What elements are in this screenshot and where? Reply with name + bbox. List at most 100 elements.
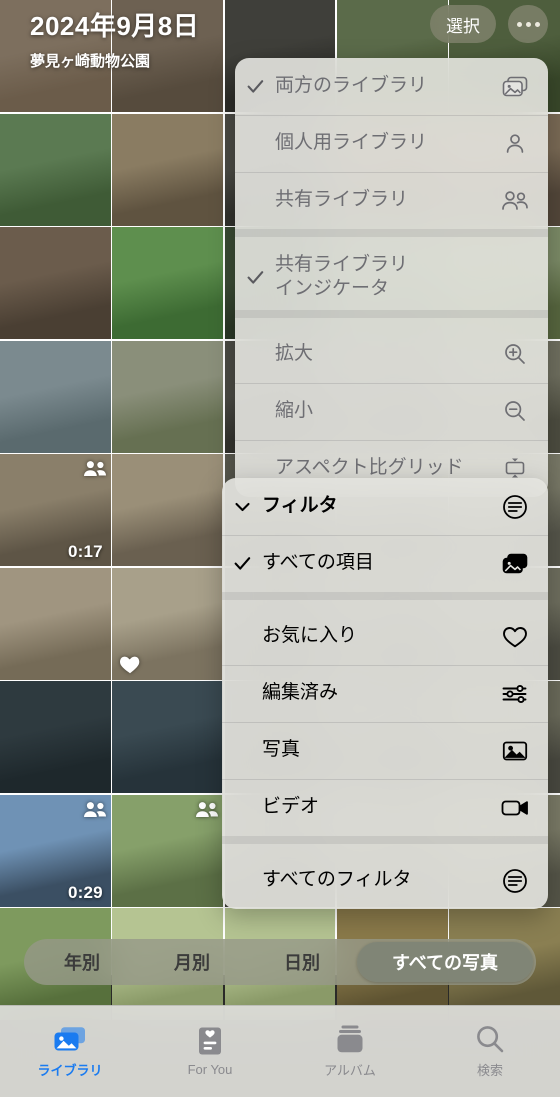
thumbnail-image: [0, 227, 111, 339]
menu-item-label: すべてのフィルタ: [262, 869, 412, 891]
tab-library[interactable]: ライブラリ: [0, 1006, 140, 1097]
menu-item-label: ビデオ: [262, 796, 320, 818]
zoom-out-icon: [498, 399, 532, 423]
sliders-icon: [498, 683, 532, 705]
thumbnail-image: [0, 0, 111, 112]
photo-thumbnail[interactable]: [112, 113, 224, 226]
thumbnail-image: [0, 681, 111, 793]
tab-search[interactable]: 検索: [420, 1006, 560, 1097]
thumbnail-image: [112, 227, 224, 339]
menu-item-label: 編集済み: [262, 682, 339, 704]
menu-item-label: 写真: [262, 739, 301, 761]
favorite-badge-icon: [120, 656, 140, 673]
menu-item[interactable]: 共有ライブラリ: [235, 172, 548, 229]
tab-label: アルバム: [324, 1063, 376, 1078]
filter-icon: [498, 868, 532, 894]
for-you-icon: [196, 1026, 224, 1056]
thumbnail-image: [0, 567, 111, 680]
photo-icon: [498, 740, 532, 762]
thumbnail-image: [0, 340, 111, 453]
timeline-segmented-control[interactable]: 年別 月別 日別 すべての写真: [24, 939, 536, 985]
menu-group-separator: [235, 229, 548, 237]
photo-thumbnail[interactable]: [0, 0, 111, 112]
shared-library-badge-icon: [83, 460, 106, 476]
chevron-down-icon: [222, 502, 262, 512]
tab-for-you[interactable]: For You: [140, 1006, 280, 1097]
shared-library-badge-icon: [195, 801, 219, 817]
library-icon: [53, 1024, 87, 1054]
thumbnail-image: [112, 340, 224, 453]
checkmark-icon: [222, 556, 262, 571]
menu-item-label: 個人用ライブラリ: [275, 132, 428, 154]
photo-thumbnail[interactable]: 0:29: [0, 794, 111, 907]
thumbnail-image: [112, 113, 224, 226]
menu-item[interactable]: すべての項目: [222, 535, 548, 592]
segment-option-1[interactable]: 月別: [137, 942, 247, 982]
photo-thumbnail[interactable]: [112, 794, 224, 907]
menu-item-label: アスペクト比グリッド: [275, 456, 464, 478]
photo-thumbnail[interactable]: [112, 454, 224, 566]
photo-thumbnail[interactable]: [0, 681, 111, 793]
thumbnail-image: [112, 681, 224, 793]
person-icon: [498, 132, 532, 156]
menu-item-label: すべての項目: [262, 552, 374, 574]
shared-library-badge-icon: [83, 801, 106, 817]
aspect-grid-icon: [498, 456, 532, 480]
search-icon: [475, 1024, 505, 1054]
menu-item[interactable]: 共有ライブラリ インジケータ: [235, 245, 548, 310]
checkmark-icon: [235, 79, 275, 94]
photo-thumbnail[interactable]: [112, 340, 224, 453]
photo-thumbnail[interactable]: [112, 681, 224, 793]
thumbnail-image: [0, 113, 111, 226]
tab-label: For You: [187, 1062, 233, 1077]
zoom-in-icon: [498, 342, 532, 366]
menu-item[interactable]: 縮小: [235, 382, 548, 440]
menu-item-label: お気に入り: [262, 625, 358, 647]
library-context-menu[interactable]: 両方のライブラリ 個人用ライブラリ 共有ライブラリ 共有ライブラリ インジケータ…: [235, 58, 548, 497]
filter-menu-title-row[interactable]: フィルタ: [222, 478, 548, 535]
video-duration-label: 0:29: [67, 882, 103, 902]
menu-item-label: 拡大: [275, 342, 314, 364]
menu-item[interactable]: お気に入り: [222, 608, 548, 665]
photo-stack-icon: [498, 553, 532, 575]
photo-thumbnail[interactable]: 0:17: [0, 454, 111, 566]
photo-thumbnail[interactable]: [112, 0, 224, 112]
menu-item-label: 両方のライブラリ: [275, 75, 428, 97]
albums-icon: [335, 1024, 365, 1054]
select-button[interactable]: 選択: [430, 5, 496, 43]
thumbnail-image: [112, 454, 224, 566]
filter-context-menu[interactable]: フィルタ すべての項目 お気に入り 編集済み 写真 ビデオ すべてのフィルタ: [222, 478, 548, 909]
video-duration-label: 0:17: [67, 542, 103, 561]
ellipsis-icon[interactable]: [508, 5, 548, 43]
photo-thumbnail[interactable]: [0, 340, 111, 453]
segment-option-3[interactable]: すべての写真: [357, 942, 533, 982]
filter-icon: [498, 494, 532, 520]
menu-item[interactable]: 拡大: [235, 326, 548, 383]
photo-thumbnail[interactable]: [0, 113, 111, 226]
photo-thumbnail[interactable]: [112, 567, 224, 680]
filter-menu-title: フィルタ: [262, 495, 338, 517]
tab-albums[interactable]: アルバム: [280, 1006, 420, 1097]
segment-option-0[interactable]: 年別: [27, 942, 137, 982]
menu-group-separator: [235, 309, 548, 318]
photo-thumbnail[interactable]: [0, 227, 111, 339]
menu-item[interactable]: すべてのフィルタ: [222, 852, 548, 909]
tab-label: 検索: [476, 1063, 503, 1078]
segment-option-2[interactable]: 日別: [247, 942, 357, 982]
menu-item[interactable]: 写真: [222, 722, 548, 779]
video-icon: [498, 798, 532, 818]
heart-icon: [498, 625, 532, 649]
menu-item[interactable]: 編集済み: [222, 665, 548, 722]
menu-item[interactable]: 個人用ライブラリ: [235, 115, 548, 172]
menu-item-label: 共有ライブラリ インジケータ: [275, 254, 409, 300]
tab-label: ライブラリ: [37, 1063, 103, 1078]
menu-item[interactable]: 両方のライブラリ: [235, 58, 548, 115]
photo-thumbnail[interactable]: [0, 567, 111, 680]
menu-item[interactable]: ビデオ: [222, 779, 548, 836]
photo-thumbnail[interactable]: [112, 227, 224, 339]
tab-bar[interactable]: ライブラリ For You アルバム 検索: [0, 1005, 560, 1097]
menu-item-label: 縮小: [275, 399, 314, 421]
thumbnail-image: [112, 0, 224, 112]
photos-app-screen: 0:17 0:29 2024年9月8日 夢見ヶ崎動物公園 選択 両方のライブラリ …: [0, 0, 560, 1097]
menu-group-separator: [222, 592, 548, 600]
